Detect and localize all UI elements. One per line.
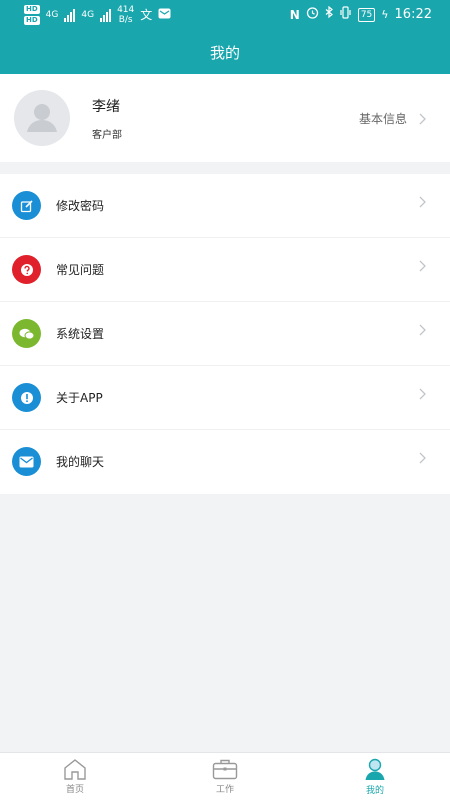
- menu-item-label: 修改密码: [56, 199, 105, 213]
- signal-icon-2: [100, 8, 112, 22]
- avatar[interactable]: [14, 90, 70, 146]
- profile-department: 客户部: [92, 130, 122, 141]
- status-bar: HD HD 4G 4G 414 B/s 文 N 75 ϟ 16:22: [0, 0, 450, 32]
- nav-label-work: 工作: [215, 785, 234, 795]
- chevron-right-icon: [419, 388, 426, 400]
- mail-icon: [12, 447, 41, 476]
- status-left: HD HD 4G 4G 414 B/s 文: [24, 5, 171, 25]
- chat-bubbles-icon: [12, 319, 41, 348]
- nfc-icon: N: [289, 7, 300, 22]
- menu-item-faq[interactable]: 常见问题: [0, 238, 450, 302]
- home-icon: [64, 759, 86, 780]
- menu-item-label: 我的聊天: [56, 455, 105, 469]
- nav-item-home[interactable]: 首页: [0, 753, 150, 800]
- menu-item-my-chat[interactable]: 我的聊天: [0, 430, 450, 494]
- message-icon: [158, 8, 171, 22]
- briefcase-icon: [212, 759, 238, 780]
- hd-badge-2: HD: [24, 16, 40, 25]
- battery-indicator: 75: [357, 7, 376, 22]
- person-icon: [365, 758, 385, 780]
- menu-item-label: 关于APP: [56, 391, 103, 405]
- profile-name: 李绪: [92, 99, 120, 115]
- chevron-right-icon: [419, 113, 426, 124]
- clock-time: 16:22: [394, 7, 432, 22]
- nav-label-home: 首页: [65, 785, 84, 795]
- nav-item-work[interactable]: 工作: [150, 753, 300, 800]
- edit-icon: [12, 191, 41, 220]
- question-icon: [12, 255, 41, 284]
- alarm-icon: [306, 6, 319, 23]
- app-header: HD HD 4G 4G 414 B/s 文 N 75 ϟ 16:22 我的: [0, 0, 450, 74]
- network-type-1: 4G: [45, 10, 59, 20]
- status-right: N 75 ϟ 16:22: [289, 5, 432, 23]
- page-title: 我的: [209, 44, 240, 62]
- network-type-2: 4G: [81, 10, 95, 20]
- basic-info-link[interactable]: 基本信息: [359, 110, 426, 127]
- chevron-right-icon: [419, 260, 426, 272]
- menu-item-about-app[interactable]: 关于APP: [0, 366, 450, 430]
- menu-item-system-settings[interactable]: 系统设置: [0, 302, 450, 366]
- vibrate-icon: [339, 6, 352, 23]
- chevron-right-icon: [419, 452, 426, 464]
- chevron-right-icon: [419, 196, 426, 208]
- nav-label-mine: 我的: [365, 786, 384, 796]
- info-icon: [12, 383, 41, 412]
- hd-badge-1: HD: [24, 5, 40, 14]
- speed-value: 414: [117, 5, 135, 15]
- signal-icon: [64, 8, 76, 22]
- network-speed: 414 B/s: [117, 5, 134, 25]
- user-silhouette-icon: [27, 104, 57, 132]
- nav-item-mine[interactable]: 我的: [300, 753, 450, 800]
- app-notification-icon: 文: [140, 8, 153, 22]
- settings-menu: 修改密码 常见问题 系统设置 关于APP 我的聊天: [0, 174, 450, 494]
- bottom-nav: 首页 工作 我的: [0, 752, 450, 800]
- basic-info-label: 基本信息: [358, 112, 407, 126]
- chevron-right-icon: [419, 324, 426, 336]
- menu-item-label: 常见问题: [56, 263, 105, 277]
- bluetooth-icon: [325, 5, 333, 23]
- speed-unit: B/s: [118, 15, 133, 25]
- hd-indicator: HD HD: [24, 5, 40, 25]
- menu-item-label: 系统设置: [56, 327, 105, 341]
- charging-icon: ϟ: [381, 8, 389, 21]
- menu-item-change-password[interactable]: 修改密码: [0, 174, 450, 238]
- profile-card[interactable]: 李绪 客户部 基本信息: [0, 74, 450, 162]
